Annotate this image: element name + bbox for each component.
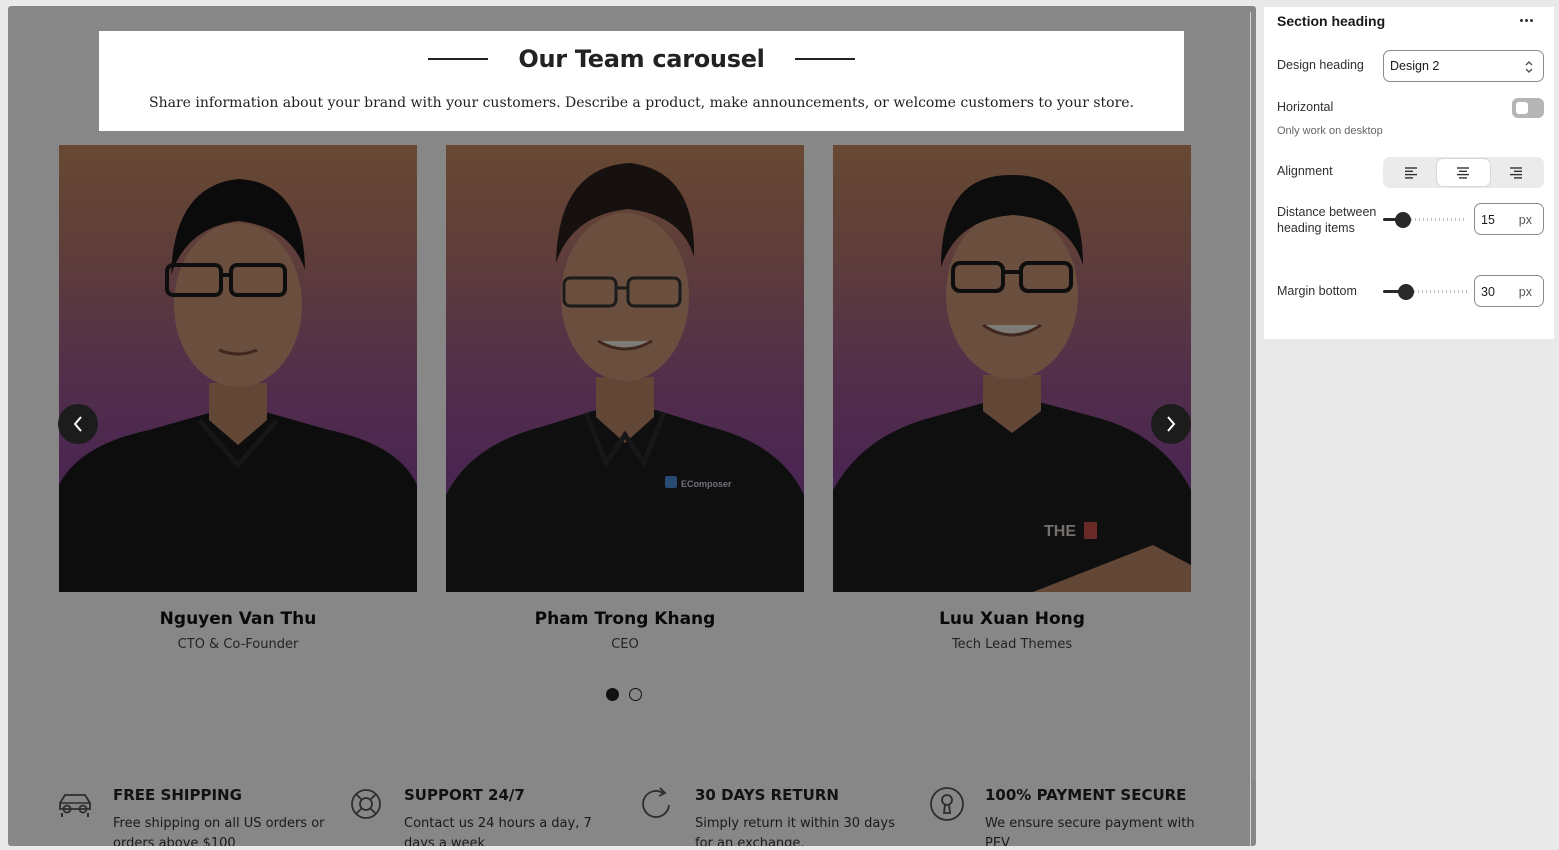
secure-lock-icon [930,787,964,821]
horizontal-toggle[interactable] [1512,98,1544,118]
distance-label: Distance between heading items [1277,205,1377,235]
carousel-next-button[interactable] [1151,404,1191,444]
heading-divider-right [794,58,855,60]
distance-unit: px [1518,213,1532,227]
feature-title: SUPPORT 24/7 [404,786,525,804]
team-card-photo[interactable]: EComposer [446,145,804,592]
horizontal-label: Horizontal [1277,100,1334,114]
member-name: Pham Trong Khang [534,609,716,629]
distance-slider[interactable] [1383,212,1467,228]
design-heading-value: Design 2 [1390,59,1440,73]
shirt-logo: THE [1044,523,1076,540]
panel-title: Section heading [1277,13,1386,29]
align-center-icon [1457,166,1470,179]
lifebuoy-icon [351,789,381,819]
margin-bottom-unit: px [1518,285,1532,299]
feature-title: FREE SHIPPING [113,786,242,804]
align-left-icon [1405,166,1418,179]
feature-description: Contact us 24 hours a day, 7 days a week [404,816,592,846]
member-role: Tech Lead Themes [951,637,1073,652]
select-chevron-icon [1525,61,1533,73]
member-name: Luu Xuan Hong [939,609,1085,629]
team-card-photo[interactable] [59,145,417,592]
distance-input[interactable]: 15 px [1474,203,1544,235]
alignment-segmented-control [1383,157,1544,188]
canvas-scroll-track [1250,12,1251,846]
canvas-scrollbar[interactable] [1252,680,1256,782]
slider-thumb[interactable] [1398,284,1414,300]
margin-bottom-input[interactable]: 30 px [1474,275,1544,307]
section-heading-settings-panel: Section heading Design heading Design 2 … [1264,7,1554,339]
feature-description: Simply return it within 30 days for an e… [695,816,895,846]
align-right-button[interactable] [1490,159,1542,186]
member-role: CEO [611,637,639,652]
shirt-logo: EComposer [681,479,732,489]
person-photo: EComposer [446,163,804,592]
preview-canvas: Our Team carousel Share information abou… [8,6,1256,846]
person-photo [59,179,417,592]
design-heading-select[interactable]: Design 2 [1383,50,1544,82]
carousel-dot[interactable] [629,688,642,701]
feature-title: 100% PAYMENT SECURE [985,786,1187,804]
align-right-icon [1509,166,1522,179]
person-photo: THE [833,174,1191,592]
member-name: Nguyen Van Thu [159,609,317,629]
feature-description: We ensure secure payment with PEV [985,816,1195,846]
team-card-photo[interactable]: THE [833,145,1191,592]
carousel-prev-button[interactable] [58,404,98,444]
margin-bottom-value: 30 [1481,285,1495,299]
horizontal-hint: Only work on desktop [1277,125,1383,137]
align-center-button[interactable] [1437,159,1490,186]
distance-value: 15 [1481,213,1495,227]
heading-description: Share information about your brand with … [148,95,1135,111]
carousel-dot[interactable] [606,688,619,701]
design-heading-label: Design heading [1277,58,1364,72]
alignment-label: Alignment [1277,164,1333,178]
more-options-icon[interactable] [1514,10,1538,30]
chevron-left-icon [73,416,82,432]
car-icon [59,794,91,817]
align-left-button[interactable] [1385,159,1437,186]
heading-title: Our Team carousel [518,45,765,73]
margin-bottom-slider[interactable] [1383,284,1467,300]
return-arrow-icon [642,787,670,818]
chevron-right-icon [1167,416,1176,432]
margin-bottom-label: Margin bottom [1277,284,1357,298]
feature-title: 30 DAYS RETURN [695,786,839,804]
carousel-pagination [606,688,642,701]
member-role: CTO & Co-Founder [177,637,299,652]
feature-description: Free shipping on all US orders or orders… [113,816,325,846]
heading-divider-left [428,58,489,60]
slider-thumb[interactable] [1395,212,1411,228]
section-heading[interactable]: Our Team carousel Share information abou… [99,31,1184,131]
